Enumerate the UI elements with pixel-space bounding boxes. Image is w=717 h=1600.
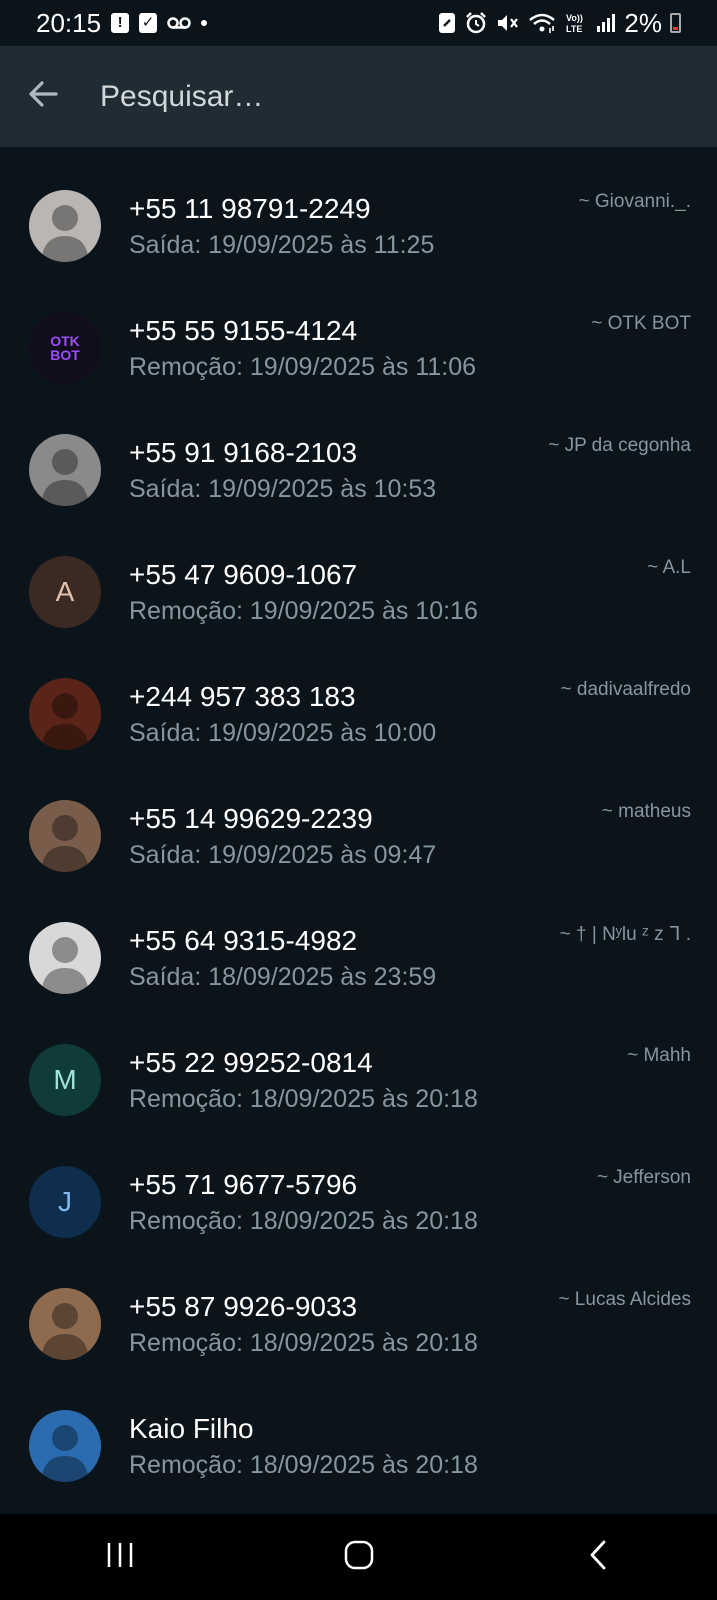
svg-text:LTE: LTE (566, 24, 582, 34)
home-button[interactable] (319, 1527, 399, 1587)
list-item-text: Kaio Filho Remoção: 18/09/2025 às 20:18 (129, 1413, 691, 1480)
volte-icon: Vo)) LTE (564, 11, 588, 35)
event-detail: Saída: 19/09/2025 às 10:53 (129, 474, 437, 503)
nfc-icon (438, 12, 456, 34)
search-input[interactable] (100, 79, 660, 114)
system-nav-bar (0, 1514, 717, 1600)
avatar-letter: M (53, 1064, 77, 1095)
back-button[interactable] (0, 46, 86, 147)
avatar[interactable]: J (29, 1166, 101, 1238)
list-item[interactable]: M +55 22 99252-0814 Remoção: 18/09/2025 às… (0, 1019, 717, 1141)
participant-alias: ~ Mahh (627, 1045, 691, 1066)
participant-alias: ~ dadivaalfredo (560, 679, 691, 700)
profile-photo (41, 1425, 89, 1482)
participant-alias: ~ matheus (601, 801, 691, 822)
profile-photo (41, 815, 89, 872)
profile-photo (41, 693, 89, 750)
list-item[interactable]: +55 91 9168-2103 Saída: 19/09/2025 às 10:… (0, 409, 717, 531)
participant-name: Kaio Filho (129, 1412, 254, 1444)
event-detail: Remoção: 19/09/2025 às 11:06 (129, 352, 477, 381)
recent-apps-icon (105, 1541, 135, 1574)
avatar[interactable] (29, 1410, 101, 1482)
list-item[interactable]: OTK BOT +55 55 9155-4124 Remoção: 19/09/20… (0, 287, 717, 409)
list-item[interactable]: Kaio Filho Remoção: 18/09/2025 às 20:18 (0, 1385, 717, 1507)
participant-name: +55 22 99252-0814 (129, 1046, 373, 1078)
list-item[interactable]: +55 14 99629-2239 Saída: 19/09/2025 às 09… (0, 775, 717, 897)
alarm-icon (464, 11, 488, 35)
event-detail: Saída: 19/09/2025 às 11:25 (129, 230, 435, 259)
avatar[interactable] (29, 678, 101, 750)
recent-apps-button[interactable] (80, 1527, 160, 1587)
wifi-icon (528, 12, 556, 34)
home-icon (343, 1539, 375, 1576)
avatar[interactable]: A (29, 556, 101, 628)
event-detail: Remoção: 18/09/2025 às 20:18 (129, 1450, 478, 1479)
participant-alias: ~ Lucas Alcides (558, 1289, 691, 1310)
participant-alias: ~ JP da cegonha (548, 435, 691, 456)
profile-photo (41, 937, 89, 994)
list-item[interactable]: +55 11 98791-2249 Saída: 19/09/2025 às 11… (0, 165, 717, 287)
list-item[interactable]: +55 87 9926-9033 Remoção: 18/09/2025 às 2… (0, 1263, 717, 1385)
participant-history-list: +55 11 98791-2249 Saída: 19/09/2025 às 11… (0, 147, 717, 1507)
avatar-letter: A (55, 576, 75, 607)
list-item[interactable]: A +55 47 9609-1067 Remoção: 19/09/2025 às … (0, 531, 717, 653)
avatar[interactable]: OTK BOT (29, 312, 101, 384)
battery-percent: 2% (624, 7, 662, 38)
alert-icon: ! (111, 13, 130, 33)
avatar[interactable] (29, 434, 101, 506)
arrow-back-icon (28, 80, 58, 113)
event-detail: Saída: 19/09/2025 às 09:47 (129, 840, 437, 869)
voicemail-icon (167, 16, 191, 30)
battery-icon (670, 13, 681, 33)
avatar[interactable]: M (29, 1044, 101, 1116)
status-time: 20:15 (36, 7, 102, 38)
list-item[interactable]: J +55 71 9677-5796 Remoção: 18/09/2025 às … (0, 1141, 717, 1263)
event-detail: Remoção: 18/09/2025 às 20:18 (129, 1328, 478, 1357)
participant-alias: ~ Jefferson (596, 1167, 691, 1188)
nav-back-button[interactable] (558, 1527, 638, 1587)
participant-alias: ~ † | Nʸlu ᶻ z ᒣ . (559, 924, 691, 945)
list-item[interactable]: +55 64 9315-4982 Saída: 18/09/2025 às 23:… (0, 897, 717, 1019)
avatar[interactable] (29, 1288, 101, 1360)
check-box-icon: ✓ (139, 13, 158, 33)
profile-photo (41, 205, 89, 262)
signal-icon (596, 13, 616, 33)
list-item-text: +55 47 9609-1067 Remoção: 19/09/2025 às 1… (129, 559, 691, 626)
participant-name: +55 47 9609-1067 (129, 558, 358, 590)
mute-icon (496, 12, 520, 34)
avatar-logo-text: OTK BOT (50, 333, 80, 363)
status-bar: 20:15 ! ✓ Vo)) LTE 2% (0, 0, 717, 46)
event-detail: Saída: 19/09/2025 às 10:00 (129, 718, 437, 747)
avatar[interactable] (29, 922, 101, 994)
event-detail: Remoção: 18/09/2025 às 20:18 (129, 1206, 478, 1235)
back-icon (588, 1539, 608, 1576)
dot-icon (201, 20, 208, 26)
list-item[interactable]: +244 957 383 183 Saída: 19/09/2025 às 10:… (0, 653, 717, 775)
list-item-text: +55 22 99252-0814 Remoção: 18/09/2025 às … (129, 1047, 691, 1114)
event-detail: Remoção: 18/09/2025 às 20:18 (129, 1084, 478, 1113)
profile-photo (41, 1303, 89, 1360)
avatar[interactable] (29, 190, 101, 262)
profile-photo (41, 449, 89, 506)
participant-alias: ~ Giovanni._. (578, 191, 692, 212)
participant-alias: ~ OTK BOT (591, 313, 691, 334)
avatar-letter: J (58, 1186, 72, 1217)
event-detail: Remoção: 19/09/2025 às 10:16 (129, 596, 478, 625)
avatar[interactable] (29, 800, 101, 872)
event-detail: Saída: 18/09/2025 às 23:59 (129, 962, 437, 991)
search-app-bar (0, 46, 717, 147)
svg-text:Vo)): Vo)) (566, 13, 583, 23)
participant-alias: ~ A.L (647, 557, 691, 578)
